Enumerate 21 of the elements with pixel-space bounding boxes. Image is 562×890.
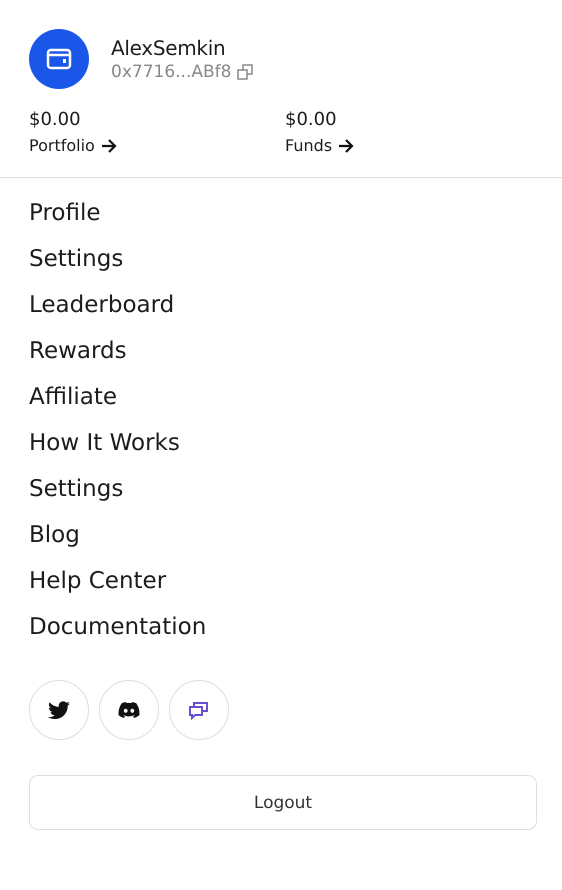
balance-amount: $0.00	[285, 109, 338, 130]
menu-item[interactable]: Help Center	[29, 566, 166, 612]
menu-item[interactable]: Profile	[29, 198, 101, 244]
menu-item[interactable]: Leaderboard	[29, 290, 174, 336]
balance-link[interactable]: Funds	[285, 136, 354, 155]
menu-item[interactable]: Affiliate	[29, 382, 118, 428]
arrow-right-icon	[338, 138, 354, 152]
menu-item[interactable]: Documentation	[29, 612, 206, 658]
balance-link[interactable]: Portfolio	[29, 136, 117, 155]
menu-item[interactable]: Blog	[29, 520, 80, 566]
menu-item[interactable]: How It Works	[29, 428, 180, 474]
logout-button[interactable]: Logout	[29, 775, 537, 830]
arrow-right-icon	[100, 138, 117, 152]
menu-item[interactable]: Settings	[29, 244, 124, 290]
menu-item[interactable]: Settings	[29, 474, 124, 520]
account-name: AlexSemkin	[111, 36, 226, 60]
wallet-address: 0x7716...ABf8	[111, 62, 232, 82]
balance-amount: $0.00	[29, 109, 82, 130]
wallet-icon	[46, 48, 72, 70]
copy-icon[interactable]	[237, 64, 254, 80]
menu-item[interactable]: Rewards	[29, 336, 127, 382]
